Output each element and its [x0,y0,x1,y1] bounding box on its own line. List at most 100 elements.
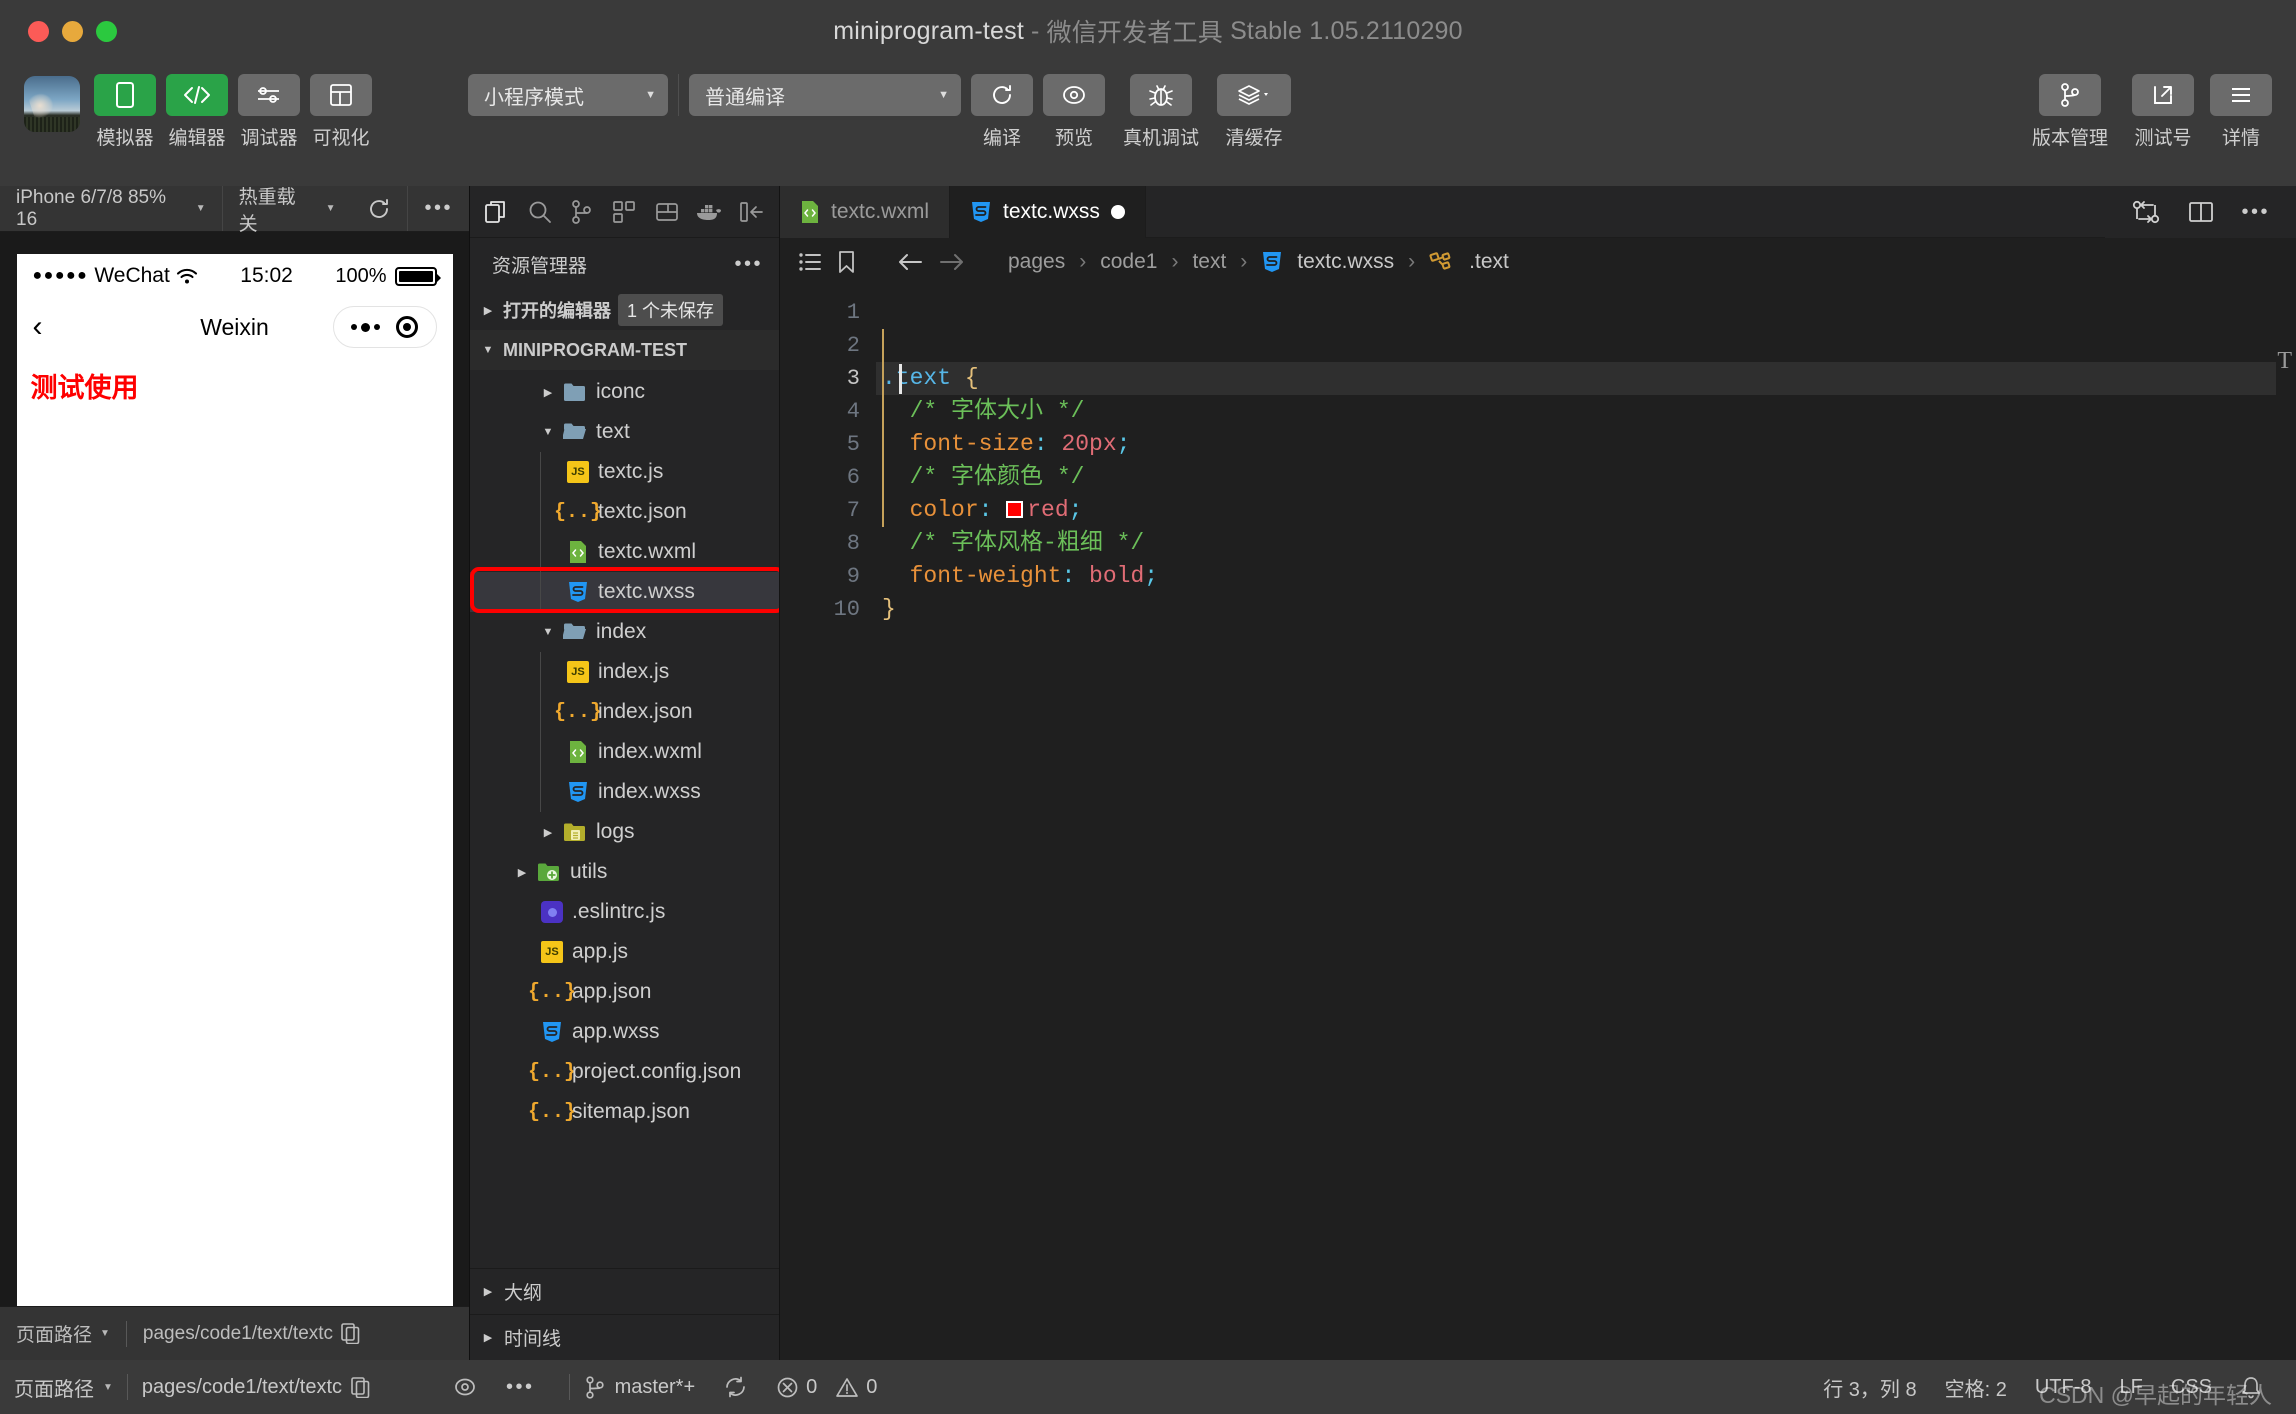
status-sync-button[interactable] [709,1360,762,1414]
tree-file-row[interactable]: {..} sitemap.json [470,1092,779,1132]
tree-file-row[interactable]: JS textc.js [470,452,779,492]
breadcrumb-item-text[interactable]: text [1192,250,1226,274]
toolbar-item-clear-cache[interactable]: 清缓存 [1217,74,1291,150]
toolbar-item-test-account[interactable]: 测试号 [2126,74,2200,150]
breadcrumb-item-pages[interactable]: pages [1008,250,1065,274]
wechat-capsule[interactable] [332,306,437,348]
chevron-down-icon[interactable]: ▼ [540,426,556,438]
bookmark-icon[interactable] [837,250,856,274]
code-line[interactable]: font-size: 20px; [876,428,2296,461]
status-page-path-select[interactable]: 页面路径 ▼ [0,1360,127,1414]
code-line[interactable]: /* 字体风格-粗细 */ [876,527,2296,560]
unsaved-dot-icon[interactable] [1110,205,1125,219]
compile-select[interactable]: 普通编译 ▼ [689,74,961,116]
simulator-more-button[interactable]: ••• [407,186,469,231]
status-preview-button[interactable] [384,1360,492,1414]
tree-file-row[interactable]: {..} textc.json [470,492,779,532]
toolbar-item-compile[interactable]: 编译 [971,74,1033,150]
code-line[interactable]: /* 字体颜色 */ [876,461,2296,494]
code-line[interactable]: .text { [876,362,2296,395]
toolbar-item-simulator[interactable]: 模拟器 [94,74,156,150]
tab-textc-wxss[interactable]: textc.wxss [950,186,1146,238]
code-editor-area[interactable]: 1 2 3⌄ 4 5 6 7 8 9 10 .text { /* 字体大小 */ font-siz… [780,286,2296,1360]
cloud-icon[interactable] [646,190,688,234]
code-line[interactable] [876,329,2296,362]
chevron-right-icon[interactable]: ▶ [540,386,556,399]
close-window-button[interactable] [28,20,49,42]
tree-file-row[interactable]: JS index.js [470,652,779,692]
split-diff-icon[interactable] [2131,198,2161,226]
tree-file-row[interactable]: textc.wxss [470,572,779,612]
toolbar-item-editor[interactable]: 编辑器 [166,74,228,150]
search-icon[interactable] [518,190,560,234]
tree-file-row[interactable]: {..} project.config.json [470,1052,779,1092]
tree-file-row[interactable]: {..} app.json [470,972,779,1012]
status-more-button[interactable]: ••• [492,1360,549,1414]
tree-folder-row[interactable]: ▶ iconc [470,372,779,412]
ellipsis-icon[interactable]: ••• [2241,201,2270,224]
docker-icon[interactable] [688,190,730,234]
breadcrumb-item-selector[interactable]: .text [1469,250,1509,274]
toolbar-item-preview[interactable]: 预览 [1043,74,1105,150]
tree-file-row[interactable]: index.wxss [470,772,779,812]
status-notifications-button[interactable] [2226,1375,2276,1399]
open-editors-section[interactable]: ▶ 打开的编辑器 1 个未保存 [470,290,779,330]
outline-section[interactable]: ▶ 大纲 [470,1268,779,1314]
code-line[interactable] [876,296,2296,329]
split-editor-icon[interactable] [2187,200,2215,224]
color-swatch-icon[interactable] [1006,501,1024,518]
tree-file-row[interactable]: .eslintrc.js [470,892,779,932]
status-cursor-position[interactable]: 行 3，列 8 [1809,1373,1930,1402]
tree-file-row[interactable]: index.wxml [470,732,779,772]
capsule-close-icon[interactable] [395,316,418,338]
copy-icon[interactable] [341,1323,360,1344]
code-line[interactable]: /* 字体大小 */ [876,395,2296,428]
breadcrumb-item-code1[interactable]: code1 [1100,250,1157,274]
chevron-right-icon[interactable]: ▶ [514,866,530,879]
mode-select[interactable]: 小程序模式 ▼ [468,74,668,116]
toolbar-item-visual[interactable]: 可视化 [310,74,372,150]
tree-file-row[interactable]: textc.wxml [470,532,779,572]
minimize-window-button[interactable] [62,20,83,42]
toolbar-item-debugger[interactable]: 调试器 [238,74,300,150]
tree-folder-row[interactable]: ▼ index [470,612,779,652]
timeline-section[interactable]: ▶ 时间线 [470,1314,779,1360]
files-icon[interactable] [476,190,518,234]
tree-folder-row[interactable]: ▶ utils [470,852,779,892]
page-path-select[interactable]: 页面路径 ▼ [0,1307,126,1360]
status-encoding[interactable]: UTF-8 [2021,1376,2106,1399]
chevron-right-icon[interactable]: ▶ [540,826,556,839]
status-branch-button[interactable]: master*+ [570,1360,710,1414]
window-controls[interactable] [0,20,117,42]
tree-file-row[interactable]: JS app.js [470,932,779,972]
toolbar-item-version-control[interactable]: 版本管理 [2024,74,2116,150]
status-problems-button[interactable]: 0 0 [762,1360,891,1414]
tree-file-row[interactable]: app.wxss [470,1012,779,1052]
extensions-icon[interactable] [603,190,645,234]
code-line[interactable]: color: red; [876,494,2296,527]
toolbar-item-device-debug[interactable]: 真机调试 [1115,74,1207,150]
source-control-icon[interactable] [561,190,603,234]
chevron-left-icon[interactable]: ‹ [33,312,43,342]
tree-file-row[interactable]: {..} index.json [470,692,779,732]
hot-reload-select[interactable]: 热重载 关 ▼ [221,186,352,235]
project-root-section[interactable]: ▼ MINIPROGRAM-TEST [470,330,779,370]
breadcrumb-item-file[interactable]: textc.wxss [1297,250,1394,274]
simulator-refresh-button[interactable] [351,186,407,231]
forward-arrow-icon[interactable] [938,252,966,272]
code-line[interactable]: } [876,593,2296,626]
status-eol[interactable]: LF [2106,1376,2157,1399]
back-arrow-icon[interactable] [896,252,924,272]
status-indent[interactable]: 空格: 2 [1931,1373,2021,1402]
code-content[interactable]: .text { /* 字体大小 */ font-size: 20px; /* 字… [876,286,2296,1360]
collapse-icon[interactable] [731,190,773,234]
device-select[interactable]: iPhone 6/7/8 85% 16 ▼ [0,186,222,231]
code-line[interactable]: font-weight: bold; [876,560,2296,593]
tree-folder-row[interactable]: ▼ text [470,412,779,452]
maximize-window-button[interactable] [96,20,117,42]
chevron-down-icon[interactable]: ▼ [540,626,556,638]
status-language[interactable]: CSS [2157,1376,2226,1399]
tab-textc-wxml[interactable]: textc.wxml [780,186,951,238]
capsule-menu-icon[interactable] [351,322,381,332]
outline-icon[interactable] [798,251,823,273]
